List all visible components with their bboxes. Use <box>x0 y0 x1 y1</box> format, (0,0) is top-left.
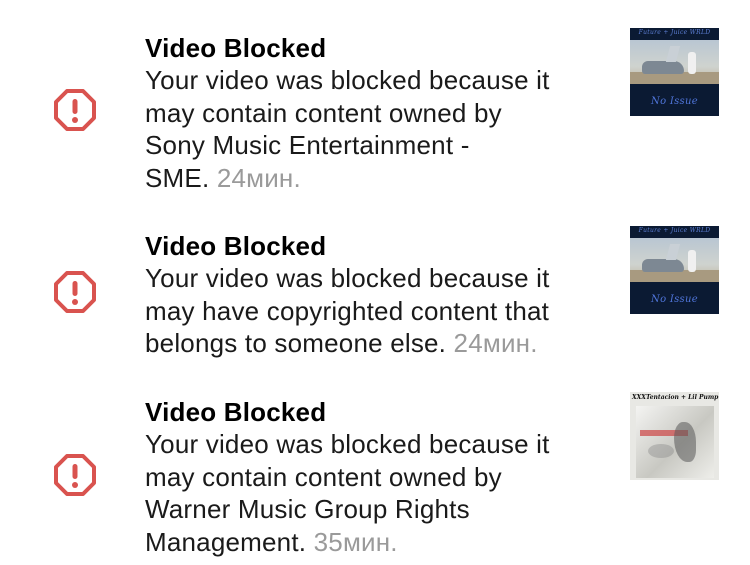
notifications-list: Video Blocked Your video was blocked bec… <box>0 0 750 565</box>
message-line: may have copyrighted content that <box>145 295 550 326</box>
thumbnail-top-text: XXXTentacion + Lil Pump <box>632 394 719 401</box>
thumbnail-bottom-text: No Issue <box>651 96 698 107</box>
notification-timestamp: 35мин. <box>313 526 398 557</box>
message-line: may contain content owned by <box>145 97 502 128</box>
notification-body: Video Blocked Your video was blocked bec… <box>145 32 605 194</box>
notification-message: Your video was blocked because it may ha… <box>145 262 605 360</box>
message-line: belongs to someone else. 24мин. <box>145 328 538 358</box>
notification-timestamp: 24мин. <box>216 162 301 193</box>
message-line: SME. 24мин. <box>145 162 301 193</box>
alert-octagon-icon <box>54 454 96 496</box>
notification-body: Video Blocked Your video was blocked bec… <box>145 230 605 360</box>
notification-timestamp: 24мин. <box>453 328 538 358</box>
message-line: may contain content owned by <box>145 461 502 492</box>
video-thumbnail[interactable]: XXXTentacion + Lil Pump <box>630 392 719 480</box>
notification-body: Video Blocked Your video was blocked bec… <box>145 396 605 558</box>
video-thumbnail[interactable]: Future + Juice WRLD No Issue <box>630 226 719 314</box>
alert-octagon-icon <box>54 89 96 131</box>
notification-title: Video Blocked <box>145 231 327 261</box>
thumbnail-top-text: Future + Juice WRLD <box>638 227 711 234</box>
thumbnail-bottom-text: No Issue <box>651 294 698 305</box>
thumbnail-top-text: Future + Juice WRLD <box>638 29 711 36</box>
message-line: Sony Music Entertainment - <box>145 130 470 160</box>
notification-title: Video Blocked <box>145 397 327 427</box>
notification-message: Your video was blocked because it may co… <box>145 428 605 558</box>
video-thumbnail[interactable]: Future + Juice WRLD No Issue <box>630 28 719 116</box>
message-line: Management. 35мин. <box>145 526 398 557</box>
message-line: Your video was blocked because it <box>145 65 550 95</box>
notification-title: Video Blocked <box>145 33 327 63</box>
alert-octagon-icon <box>54 271 96 313</box>
message-line: Warner Music Group Rights <box>145 494 470 524</box>
message-line: Your video was blocked because it <box>145 263 550 293</box>
message-line: Your video was blocked because it <box>145 429 550 459</box>
notification-message: Your video was blocked because it may co… <box>145 64 605 194</box>
